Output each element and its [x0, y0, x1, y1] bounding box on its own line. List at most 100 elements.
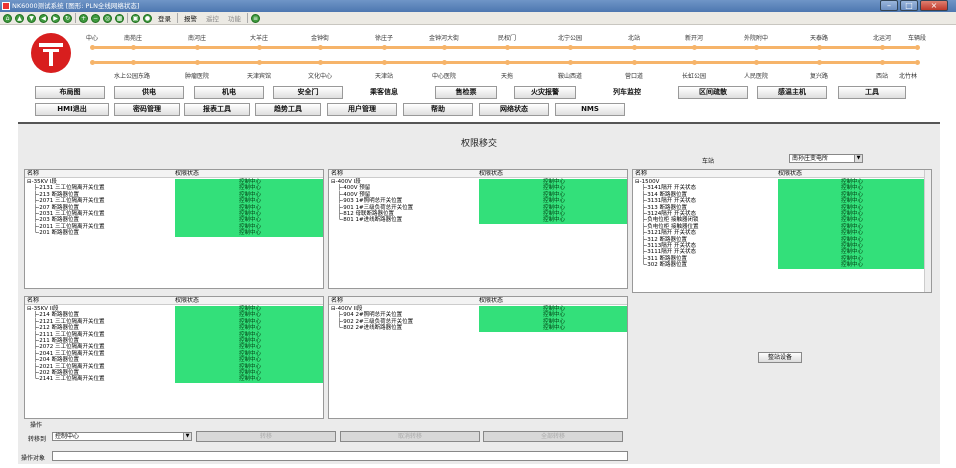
zoom-fit-icon[interactable]: ◎: [103, 13, 112, 23]
grid-icon[interactable]: ▦: [115, 13, 124, 23]
station-label-bottom[interactable]: 中心医院: [432, 71, 456, 80]
station-marker[interactable]: [817, 45, 822, 50]
station-label-top[interactable]: 新开河: [685, 33, 703, 42]
table-row[interactable]: └-802 2#进线断路器位置 控制中心: [329, 325, 627, 332]
nav-button-11[interactable]: 工具: [838, 86, 906, 99]
nav-tool-button-8[interactable]: NMS: [555, 103, 625, 116]
nav-tool-button-7[interactable]: 网络状态: [479, 103, 549, 116]
nav-tool-button-6[interactable]: 帮助: [403, 103, 473, 116]
station-label-bottom[interactable]: 复兴路: [810, 71, 828, 80]
station-label-top[interactable]: 北宁公园: [558, 33, 582, 42]
station-marker[interactable]: [90, 45, 95, 50]
station-label-bottom[interactable]: 肿瘤医院: [185, 71, 209, 80]
station-label-top[interactable]: 外院附中: [744, 33, 768, 42]
table-row[interactable]: └-2141 三工位隔离开关位置 控制中心: [25, 376, 323, 383]
station-label-top[interactable]: 北运河: [873, 33, 891, 42]
nav-tool-button-4[interactable]: 趋势工具: [255, 103, 321, 116]
station-marker[interactable]: [442, 45, 447, 50]
station-label-bottom[interactable]: 西站: [876, 71, 888, 80]
nav-button-2[interactable]: 供电: [114, 86, 184, 99]
station-label-bottom[interactable]: 水上公园东路: [114, 71, 150, 80]
station-marker[interactable]: [318, 45, 323, 50]
nav-button-6[interactable]: 售检票: [435, 86, 497, 99]
station-marker[interactable]: [318, 60, 323, 65]
station-label-top[interactable]: 车辆段: [908, 33, 926, 42]
transfer-button[interactable]: 转移: [196, 431, 336, 442]
station-marker[interactable]: [692, 60, 697, 65]
nav-button-3[interactable]: 机电: [194, 86, 264, 99]
station-label-bottom[interactable]: 天拖: [501, 71, 513, 80]
nav-button-7[interactable]: 火灾报警: [514, 86, 576, 99]
nav-tool-button-1[interactable]: HMI退出: [35, 103, 109, 116]
nav-button-1[interactable]: 布局图: [35, 86, 105, 99]
remote-control-button[interactable]: 遥控: [203, 12, 222, 24]
station-marker[interactable]: [90, 60, 95, 65]
print-icon[interactable]: ▣: [131, 13, 140, 23]
station-marker[interactable]: [442, 60, 447, 65]
station-marker[interactable]: [505, 45, 510, 50]
station-marker[interactable]: [692, 45, 697, 50]
station-marker[interactable]: [915, 60, 920, 65]
scrollbar[interactable]: [924, 170, 931, 292]
refresh-icon[interactable]: ↻: [63, 13, 72, 23]
table-row[interactable]: └-302 断路器位置 控制中心: [633, 262, 931, 269]
station-marker[interactable]: [568, 45, 573, 50]
arrow-left-icon[interactable]: ◀: [39, 13, 48, 23]
station-label-top[interactable]: 金钟河大街: [429, 33, 459, 42]
station-label-bottom[interactable]: 人民医院: [744, 71, 768, 80]
station-label-bottom[interactable]: 长虹公园: [682, 71, 706, 80]
station-label-bottom[interactable]: 北竹林: [899, 71, 917, 80]
station-label-top[interactable]: 中心: [86, 33, 98, 42]
zoom-out-icon[interactable]: −: [91, 13, 100, 23]
nav-button-4[interactable]: 安全门: [273, 86, 343, 99]
table-row[interactable]: └-201 断路器位置 控制中心: [25, 230, 323, 237]
arrow-down-icon[interactable]: ▼: [27, 13, 36, 23]
station-label-bottom[interactable]: 营口道: [625, 71, 643, 80]
station-label-top[interactable]: 南苑庄: [124, 33, 142, 42]
station-label-top[interactable]: 北站: [628, 33, 640, 42]
station-label-bottom[interactable]: 天津宾馆: [247, 71, 271, 80]
station-label-top[interactable]: 民权门: [498, 33, 516, 42]
maximize-button[interactable]: □: [900, 0, 918, 11]
login-button[interactable]: 登录: [155, 12, 174, 24]
nav-button-9[interactable]: 区间疏散: [678, 86, 748, 99]
station-marker[interactable]: [257, 60, 262, 65]
function-button[interactable]: 功能: [225, 12, 244, 24]
station-label-top[interactable]: 徐庄子: [375, 33, 393, 42]
nav-button-5[interactable]: 乘客信息: [353, 86, 415, 99]
menu-icon[interactable]: ≡: [251, 13, 260, 23]
transfer-all-button[interactable]: 全部转移: [483, 431, 623, 442]
station-marker[interactable]: [754, 45, 759, 50]
nav-tool-button-5[interactable]: 用户管理: [327, 103, 397, 116]
arrow-right-icon[interactable]: ▶: [51, 13, 60, 23]
nav-tool-button-3[interactable]: 报表工具: [184, 103, 250, 116]
table-row[interactable]: └-801 1#进线断路器位置 控制中心: [329, 217, 627, 224]
station-marker[interactable]: [754, 60, 759, 65]
station-label-top[interactable]: 大羊庄: [250, 33, 268, 42]
station-marker[interactable]: [817, 60, 822, 65]
station-select[interactable]: 南孙庄变电所 ▼: [789, 154, 863, 163]
user-icon[interactable]: ●: [143, 13, 152, 23]
station-marker[interactable]: [568, 60, 573, 65]
station-label-bottom[interactable]: 文化中心: [308, 71, 332, 80]
station-marker[interactable]: [131, 60, 136, 65]
transfer-target-select[interactable]: 控制中心 ▼: [52, 432, 192, 441]
station-marker[interactable]: [195, 45, 200, 50]
nav-tool-button-2[interactable]: 密码管理: [114, 103, 180, 116]
station-marker[interactable]: [632, 45, 637, 50]
whole-station-button[interactable]: 整站设备: [758, 352, 802, 363]
minimize-button[interactable]: –: [880, 0, 898, 11]
zoom-in-icon[interactable]: +: [79, 13, 88, 23]
close-button[interactable]: ×: [920, 0, 948, 11]
cancel-transfer-button[interactable]: 取消转移: [340, 431, 480, 442]
station-label-bottom[interactable]: 鞍山西道: [558, 71, 582, 80]
station-marker[interactable]: [382, 45, 387, 50]
station-label-top[interactable]: 天泰路: [810, 33, 828, 42]
station-marker[interactable]: [382, 60, 387, 65]
station-label-top[interactable]: 南河庄: [188, 33, 206, 42]
alarm-button[interactable]: 报警: [181, 12, 200, 24]
operation-target-field[interactable]: [52, 451, 628, 461]
station-label-top[interactable]: 金钟街: [311, 33, 329, 42]
station-marker[interactable]: [880, 60, 885, 65]
station-marker[interactable]: [131, 45, 136, 50]
